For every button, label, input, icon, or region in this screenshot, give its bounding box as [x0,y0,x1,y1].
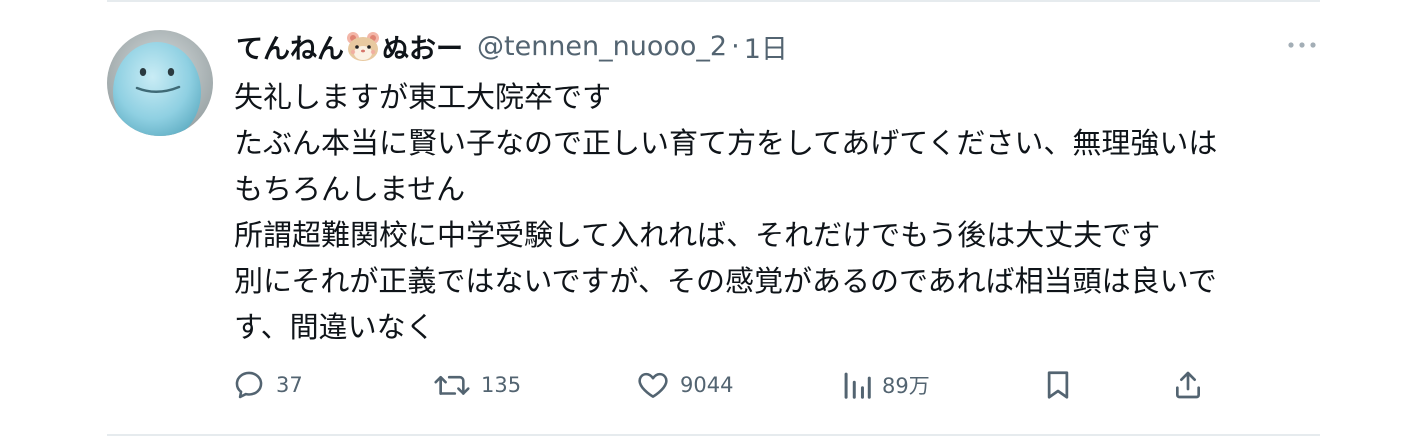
tweet-text-line: 失礼しますが東工大院卒です [234,80,612,114]
separator-dot: · [731,30,740,62]
views-count: 89万 [882,374,930,398]
action-bar: 37 135 9044 89万 [0,362,1405,408]
tweet-text-line: もちろんしません [234,172,466,206]
more-options-button[interactable] [1286,34,1318,56]
hamster-face-icon [346,30,380,62]
like-button[interactable]: 9044 [636,362,733,408]
top-divider [107,0,1320,2]
views-button[interactable]: 89万 [842,362,930,408]
share-button[interactable] [1172,362,1204,408]
reply-button[interactable]: 37 [232,362,303,408]
views-chart-icon [844,372,871,399]
timestamp[interactable]: 1日 [744,27,788,66]
tweet-text-line: す、間違いなく [234,310,435,344]
retweet-button[interactable]: 135 [433,362,521,408]
tweet-text-line: 別にそれが正義ではないですが、その感覚があるのであれば相当頭は良いで [234,264,1217,298]
reply-icon [235,371,263,399]
reply-count: 37 [276,373,303,397]
retweet-icon [434,375,470,395]
heart-icon [638,372,668,398]
tweet-text-line: たぶん本当に賢い子なので正しい育て方をしてあげてください、無理強いは [234,126,1218,160]
bookmark-button[interactable] [1043,362,1073,408]
avatar[interactable] [107,30,213,136]
tweet-header: てんねん ぬおー @tennen_nuooo_2 · 1日 [236,26,788,66]
more-dots-icon [1288,42,1316,48]
tweet-text-line: 所謂超難関校に中学受験して入れれば、それだけでもう後は大丈夫です [234,218,1161,252]
share-icon [1176,371,1200,399]
tweet-text: 失礼しますが東工大院卒です たぶん本当に賢い子なので正しい育て方をしてあげてくだ… [234,74,1324,350]
bookmark-icon [1047,371,1069,399]
retweet-count: 135 [481,373,522,397]
quagsire-avatar-icon [107,30,213,136]
display-name[interactable]: てんねん ぬおー [236,27,463,66]
user-handle[interactable]: @tennen_nuooo_2 [477,31,727,62]
bottom-divider [107,434,1320,436]
like-count: 9044 [680,373,734,397]
